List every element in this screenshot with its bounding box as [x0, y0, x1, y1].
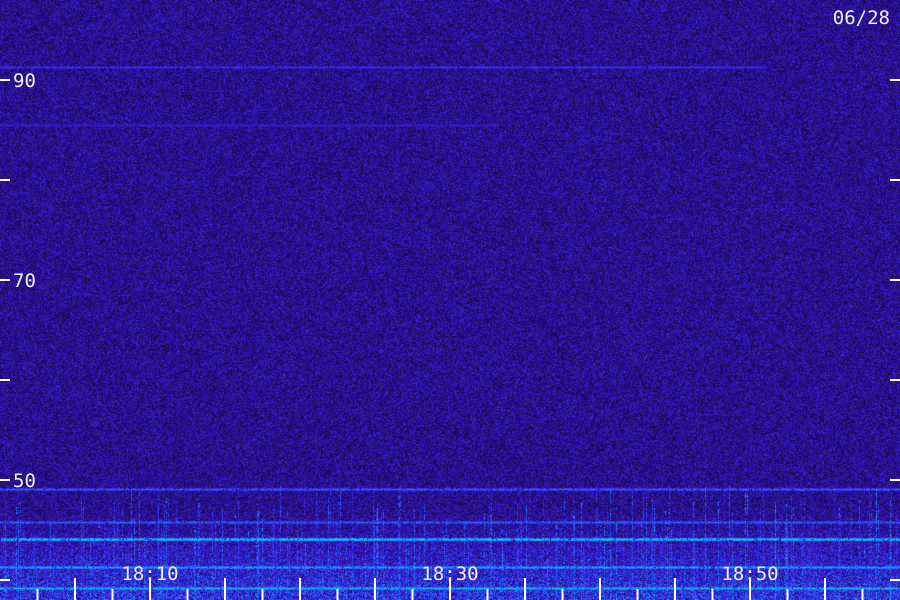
x-tick-label: 18:50: [721, 563, 778, 585]
y-tick-label: 90: [13, 70, 36, 92]
axes-overlay: 50 70 90 18:10 18:30 18:50 06/28: [0, 7, 900, 600]
date-label: 06/28: [833, 7, 890, 29]
spectrogram-panel: 50 70 90 18:10 18:30 18:50 06/28: [0, 0, 900, 600]
y-tick-label: 70: [13, 270, 36, 292]
x-tick-label: 18:30: [421, 563, 478, 585]
y-tick-label: 50: [13, 470, 36, 492]
x-tick-label: 18:10: [121, 563, 178, 585]
